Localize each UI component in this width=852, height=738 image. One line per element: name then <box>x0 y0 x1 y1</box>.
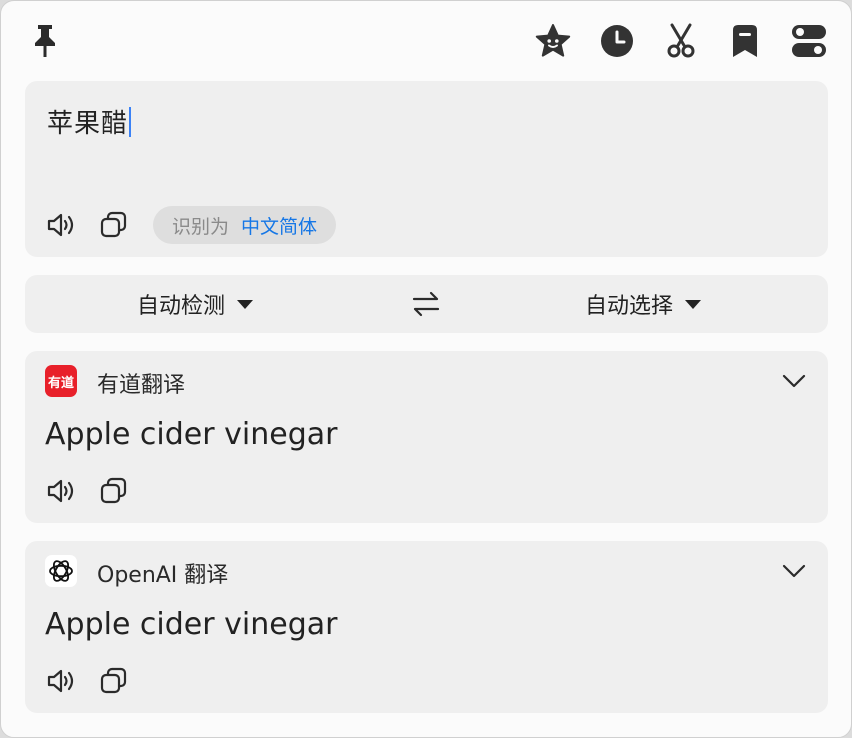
chevron-down-icon[interactable] <box>782 561 806 581</box>
caret-down-icon <box>237 299 254 309</box>
target-language-label: 自动选择 <box>585 294 674 319</box>
history-icon[interactable] <box>599 23 635 59</box>
result-card-openai: OpenAI 翻译 Apple cider vinegar <box>25 541 828 713</box>
speaker-icon <box>47 669 74 693</box>
chevron-down-icon[interactable] <box>782 371 806 391</box>
source-language-select[interactable]: 自动检测 <box>137 275 254 333</box>
service-name: OpenAI 翻译 <box>97 563 229 588</box>
star-icon[interactable] <box>535 23 571 59</box>
copy-translation-button[interactable] <box>98 475 130 507</box>
input-panel: 苹果醋 识别为 中文简体 <box>25 81 828 257</box>
swap-languages-button[interactable] <box>411 290 441 318</box>
speak-translation-button[interactable] <box>45 665 77 697</box>
copy-icon <box>100 211 127 238</box>
youdao-logo-icon: 有道 <box>45 365 77 397</box>
pin-icon[interactable] <box>27 23 63 59</box>
detect-prefix-label: 识别为 <box>172 215 230 238</box>
language-bar: 自动检测 自动选择 <box>25 275 828 333</box>
copy-icon <box>100 477 127 504</box>
youdao-logo-text: 有道 <box>47 375 74 391</box>
service-name: 有道翻译 <box>97 373 186 398</box>
copy-icon <box>100 667 127 694</box>
copy-translation-button[interactable] <box>98 665 130 697</box>
translator-window: 苹果醋 识别为 中文简体 自动检测 自动选择 有道 有道翻译 Apple cid… <box>0 0 852 738</box>
speaker-icon <box>47 213 74 237</box>
caret-down-icon <box>685 299 702 309</box>
speaker-icon <box>47 479 74 503</box>
toolbar <box>1 1 851 81</box>
bookmark-icon[interactable] <box>727 23 763 59</box>
source-text: 苹果醋 <box>47 109 129 139</box>
copy-source-button[interactable] <box>98 209 130 241</box>
text-caret <box>129 107 132 137</box>
toggle-icon[interactable] <box>791 23 827 59</box>
source-language-label: 自动检测 <box>137 294 226 319</box>
detected-language-chip[interactable]: 识别为 中文简体 <box>153 206 337 244</box>
speak-source-button[interactable] <box>45 209 77 241</box>
source-text-input[interactable]: 苹果醋 <box>47 103 132 140</box>
detected-language: 中文简体 <box>241 215 318 238</box>
result-card-youdao: 有道 有道翻译 Apple cider vinegar <box>25 351 828 523</box>
speak-translation-button[interactable] <box>45 475 77 507</box>
translation-text: Apple cider vinegar <box>45 417 338 452</box>
target-language-select[interactable]: 自动选择 <box>585 275 702 333</box>
openai-logo-icon <box>45 555 77 587</box>
translation-text: Apple cider vinegar <box>45 607 338 642</box>
scissors-icon[interactable] <box>663 23 699 59</box>
